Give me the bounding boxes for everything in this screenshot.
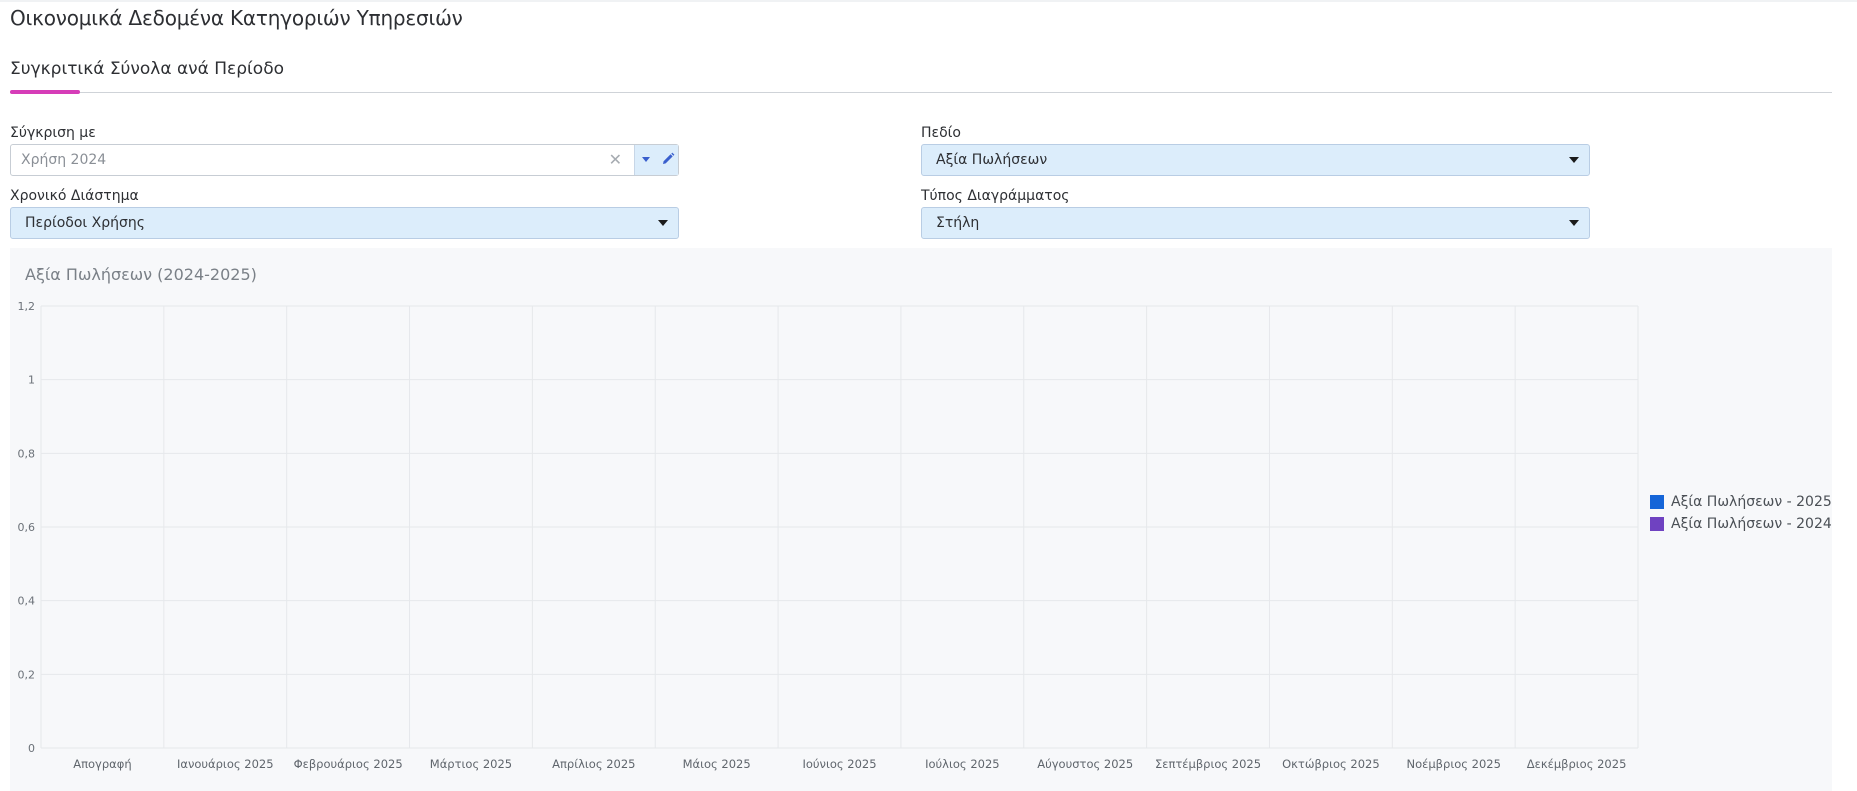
- caret-down-icon: [658, 220, 668, 226]
- caret-down-icon[interactable]: [642, 157, 650, 162]
- compare-combobox[interactable]: Χρήση 2024 ✕: [10, 144, 679, 176]
- legend-label: Αξία Πωλήσεων - 2025: [1671, 494, 1832, 510]
- x-tick-label: Οκτώβριος 2025: [1282, 757, 1380, 771]
- pencil-icon[interactable]: [661, 152, 675, 166]
- period-label: Χρονικό Διάστημα: [10, 188, 139, 204]
- chart-legend: Αξία Πωλήσεων - 2025 Αξία Πωλήσεων - 2024: [1650, 491, 1832, 535]
- caret-down-icon: [1569, 157, 1579, 163]
- x-tick-label: Νοέμβριος 2025: [1407, 757, 1501, 771]
- caret-down-icon: [1569, 220, 1579, 226]
- x-tick-label: Ιούνιος 2025: [802, 757, 876, 771]
- y-tick-label: 1: [28, 374, 35, 387]
- chart-type-label: Τύπος Διαγράμματος: [921, 188, 1070, 204]
- x-tick-label: Φεβρουάριος 2025: [294, 757, 403, 771]
- bar-chart: 0 0,2 0,4 0,6 0,8 1 1,2 Απογραφή Ιανουάριος 2025…: [18, 300, 1639, 771]
- y-tick-label: 0: [28, 742, 35, 755]
- x-tick-label: Ιούλιος 2025: [925, 757, 1000, 771]
- compare-value[interactable]: Χρήση 2024: [21, 152, 106, 168]
- chart-type-select[interactable]: Στήλη: [921, 207, 1590, 239]
- x-tick-label: Μάρτιος 2025: [430, 757, 512, 771]
- legend-label: Αξία Πωλήσεων - 2024: [1671, 516, 1832, 532]
- compare-actions: [634, 145, 678, 175]
- x-tick-label: Απρίλιος 2025: [552, 757, 635, 771]
- x-tick-label: Ιανουάριος 2025: [177, 757, 274, 771]
- compare-label: Σύγκριση με: [10, 125, 96, 141]
- period-select[interactable]: Περίοδοι Χρήσης: [10, 207, 679, 239]
- field-select[interactable]: Αξία Πωλήσεων: [921, 144, 1590, 176]
- chart-type-value: Στήλη: [936, 215, 980, 231]
- chart-panel: Αξία Πωλήσεων (2024-2025) 0 0,2 0,4 0,6 0,8 1…: [10, 248, 1832, 791]
- y-tick-label: 0,8: [18, 447, 36, 460]
- legend-swatch: [1650, 495, 1664, 509]
- tab-comparative-totals[interactable]: Συγκριτικά Σύνολα ανά Περίοδο: [10, 59, 284, 79]
- y-tick-label: 1,2: [18, 300, 36, 313]
- x-tick-label: Απογραφή: [73, 757, 131, 771]
- x-tick-label: Μάιος 2025: [683, 757, 751, 771]
- tab-active-indicator: [10, 90, 80, 94]
- page-title: Οικονομικά Δεδομένα Κατηγοριών Υπηρεσιών: [10, 6, 463, 30]
- top-border: [0, 0, 1857, 2]
- x-tick-label: Σεπτέμβριος 2025: [1155, 757, 1261, 771]
- x-tick-label: Αύγουστος 2025: [1037, 757, 1133, 771]
- legend-item[interactable]: Αξία Πωλήσεων - 2024: [1650, 513, 1832, 535]
- y-tick-label: 0,6: [18, 521, 36, 534]
- tab-divider: [10, 92, 1832, 93]
- legend-swatch: [1650, 517, 1664, 531]
- x-tick-label: Δεκέμβριος 2025: [1527, 757, 1627, 771]
- y-tick-label: 0,2: [18, 668, 36, 681]
- field-label: Πεδίο: [921, 125, 961, 141]
- legend-item[interactable]: Αξία Πωλήσεων - 2025: [1650, 491, 1832, 513]
- field-value: Αξία Πωλήσεων: [936, 152, 1048, 168]
- y-tick-label: 0,4: [18, 595, 36, 608]
- period-value: Περίοδοι Χρήσης: [25, 215, 145, 231]
- close-icon[interactable]: ✕: [609, 150, 622, 169]
